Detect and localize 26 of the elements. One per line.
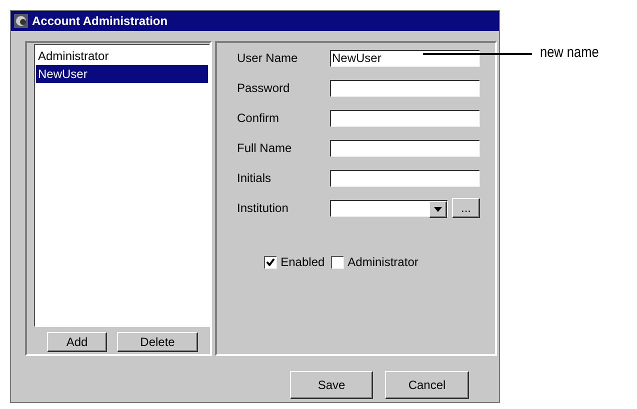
text-field[interactable] bbox=[330, 80, 480, 96]
field-label: User Name bbox=[237, 51, 299, 65]
cancel-button[interactable]: Cancel bbox=[385, 371, 469, 399]
field-label: Password bbox=[237, 81, 291, 95]
checkbox-label: Enabled bbox=[280, 255, 325, 269]
browse-button[interactable]: ... bbox=[452, 198, 480, 218]
text-field[interactable] bbox=[330, 170, 480, 186]
window-title: Account Administration bbox=[32, 14, 168, 28]
add-button[interactable]: Add bbox=[47, 332, 107, 352]
checkbox-label: Administrator bbox=[348, 255, 418, 269]
checkbox[interactable] bbox=[264, 256, 277, 268]
field-label: Full Name bbox=[237, 141, 293, 155]
field-label: Institution bbox=[237, 201, 290, 215]
user-list-item[interactable]: NewUser bbox=[36, 65, 208, 83]
field-label: Confirm bbox=[237, 111, 280, 125]
dropdown-field[interactable] bbox=[330, 200, 448, 216]
text-field[interactable] bbox=[330, 140, 480, 156]
field-label: Initials bbox=[237, 171, 272, 185]
app-icon bbox=[14, 14, 28, 28]
text-field[interactable] bbox=[330, 110, 480, 126]
save-button[interactable]: Save bbox=[290, 371, 373, 399]
delete-button[interactable]: Delete bbox=[117, 332, 198, 352]
annotation-text: new name bbox=[540, 44, 599, 61]
user-list-item[interactable]: Administrator bbox=[36, 47, 208, 65]
text-field[interactable]: NewUser bbox=[330, 50, 480, 66]
checkbox[interactable] bbox=[330, 256, 344, 268]
